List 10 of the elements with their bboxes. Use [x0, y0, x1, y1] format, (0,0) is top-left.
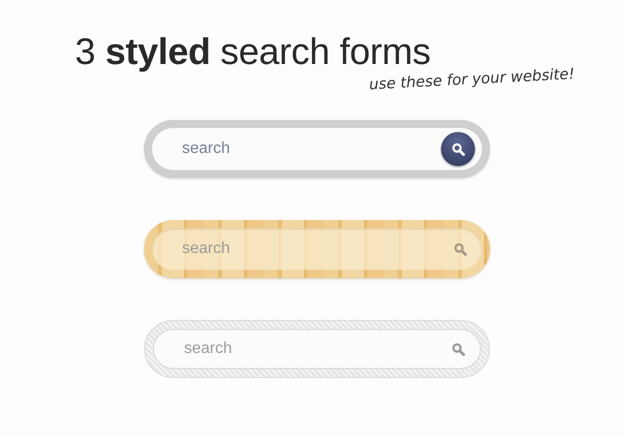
search-input[interactable]: search	[182, 339, 443, 359]
search-field[interactable]: search	[152, 128, 482, 170]
search-field[interactable]: search	[153, 329, 481, 369]
search-input[interactable]: search	[180, 139, 441, 159]
search-icon	[452, 142, 464, 156]
search-button[interactable]	[441, 132, 475, 166]
search-icon	[452, 342, 464, 356]
search-input[interactable]: search	[180, 239, 445, 259]
search-field[interactable]: search	[152, 228, 482, 270]
search-icon	[454, 242, 466, 256]
